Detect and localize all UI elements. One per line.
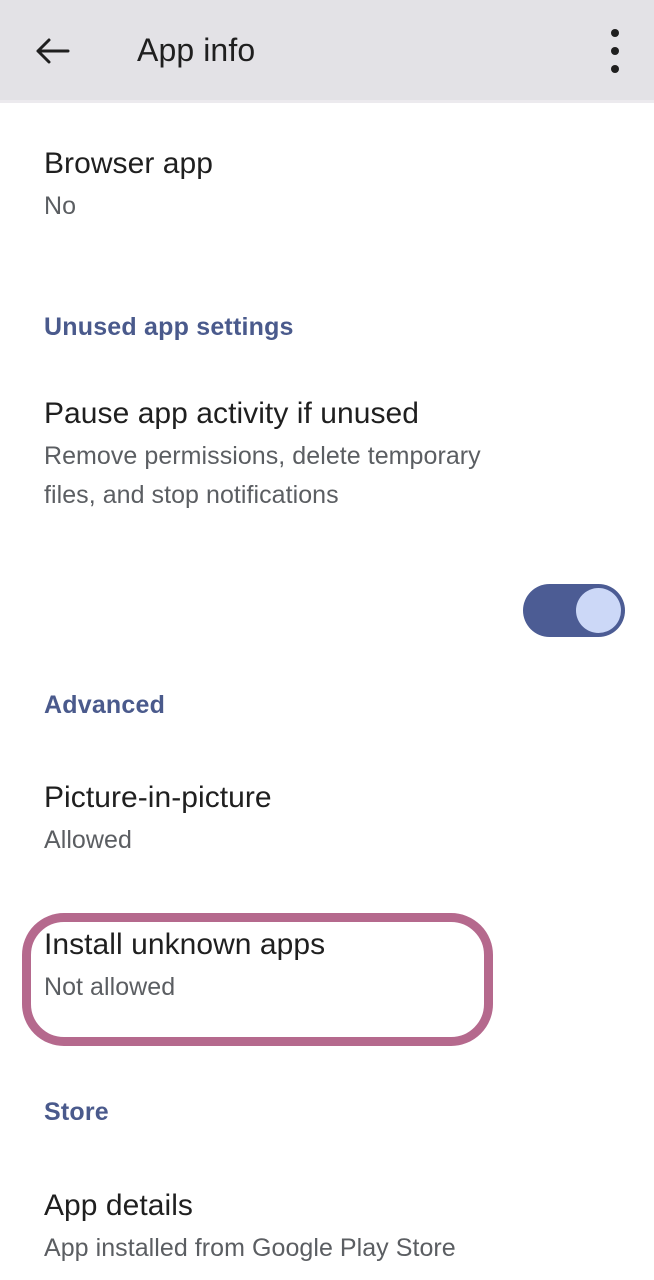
settings-list: Browser app No Unused app settings Pause… (0, 103, 654, 1280)
pref-install-unknown-apps[interactable]: Install unknown apps Not allowed (0, 921, 654, 1007)
pref-summary: No (44, 192, 77, 220)
pref-summary: Allowed (44, 826, 132, 854)
pref-app-details[interactable]: App details App installed from Google Pl… (0, 1182, 654, 1268)
more-vertical-icon-dot-2 (611, 47, 619, 55)
pref-summary: App installed from Google Play Store (44, 1234, 456, 1262)
pref-title: App details (44, 1189, 193, 1222)
back-button[interactable] (24, 23, 80, 79)
more-vertical-icon-dot-3 (611, 65, 619, 73)
pref-summary: Not allowed (44, 973, 176, 1001)
pref-title: Pause app activity if unused (44, 397, 419, 430)
pref-picture-in-picture[interactable]: Picture-in-picture Allowed (0, 774, 654, 860)
pref-summary: Remove permissions, delete temporary fil… (44, 442, 481, 509)
pref-title: Picture-in-picture (44, 781, 272, 814)
pref-title: Install unknown apps (44, 928, 326, 961)
section-header-advanced: Advanced (44, 691, 166, 719)
pause-app-activity-toggle[interactable] (523, 584, 625, 637)
page-title: App info (137, 32, 256, 68)
section-header-store: Store (44, 1098, 109, 1126)
pref-browser-app[interactable]: Browser app No (0, 140, 654, 226)
pref-pause-app-activity[interactable]: Pause app activity if unused Remove perm… (0, 390, 654, 515)
toggle-knob (576, 588, 621, 633)
app-bar (0, 0, 654, 100)
section-header-unused-app-settings: Unused app settings (44, 313, 294, 341)
overflow-menu-button[interactable] (590, 22, 640, 80)
pref-title: Browser app (44, 147, 213, 180)
arrow-left-icon (32, 31, 72, 71)
more-vertical-icon-dot-1 (611, 29, 619, 37)
